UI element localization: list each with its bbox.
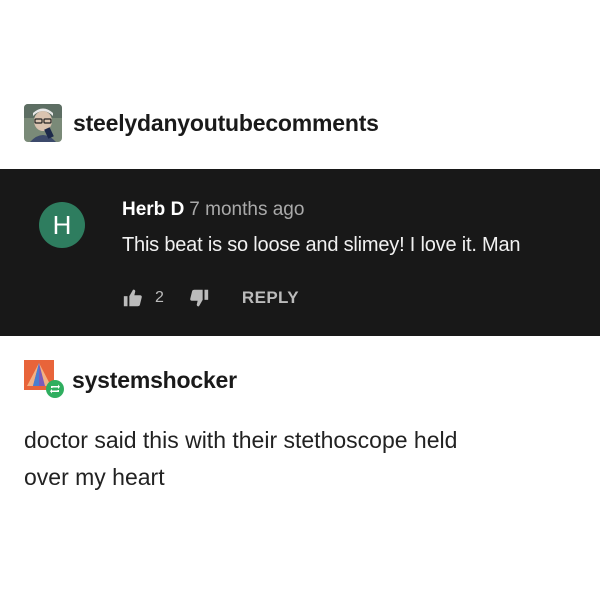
comment-text: This beat is so loose and slimey! I love… [122,234,521,256]
post-body-line-1: doctor said this with their stethoscope … [24,427,458,453]
comment-timestamp[interactable]: 7 months ago [189,199,304,220]
person-with-glasses-avatar-icon [24,104,62,142]
comment-author[interactable]: Herb D [122,199,184,220]
blog-name-steelydan[interactable]: steelydanyoutubecomments [73,110,379,137]
comment-meta: Herb D7 months ago [122,199,304,221]
blog-avatar-steelydan[interactable] [24,104,62,142]
blog-name-systemshocker[interactable]: systemshocker [72,367,237,394]
blog-avatar-systemshocker[interactable] [24,360,68,400]
post-header-steelydan: steelydanyoutubecomments [24,104,379,142]
like-count: 2 [155,289,164,306]
reblog-icon [46,380,64,398]
thumbs-down-icon[interactable] [188,287,210,309]
commenter-avatar[interactable]: H [39,202,85,248]
post-header-systemshocker: systemshocker [24,360,237,400]
thumbs-up-icon[interactable] [122,287,144,309]
comment-actions: 2 REPLY [122,286,299,310]
reply-button[interactable]: REPLY [242,288,299,308]
post-body-text: doctor said this with their stethoscope … [24,422,564,496]
post-body-line-2: over my heart [24,464,165,490]
